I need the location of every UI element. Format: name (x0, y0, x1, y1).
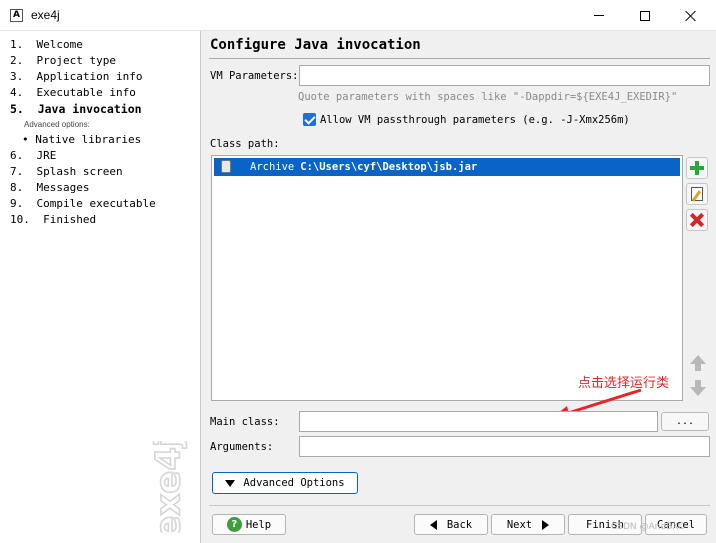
wizard-sidebar: 1. Welcome 2. Project type 3. Applicatio… (0, 31, 201, 543)
wizard-steps: 1. Welcome 2. Project type 3. Applicatio… (10, 37, 156, 228)
triangle-down-icon (225, 479, 236, 487)
title-divider (209, 58, 710, 59)
main-panel: Configure Java invocation VM Parameters:… (201, 31, 716, 543)
app-icon: A (10, 9, 23, 22)
window-title: exe4j (31, 8, 60, 22)
step-finished[interactable]: 10. Finished (10, 212, 156, 228)
step-project-type[interactable]: 2. Project type (10, 53, 156, 69)
arguments-label: Arguments: (210, 441, 274, 453)
back-label: Back (446, 518, 473, 531)
advanced-options-label: Advanced Options (243, 477, 345, 489)
step-welcome[interactable]: 1. Welcome (10, 37, 156, 53)
step-jre[interactable]: 6. JRE (10, 148, 156, 164)
close-icon (685, 10, 697, 22)
maximize-icon (640, 10, 650, 21)
exe4j-logo-watermark: exe4j (148, 441, 189, 533)
logo-text: exe4j (149, 441, 189, 533)
minimize-icon (594, 15, 604, 16)
move-down-button[interactable] (688, 378, 708, 398)
remove-classpath-button[interactable] (686, 209, 708, 231)
entry-type: Archive (250, 161, 295, 173)
add-classpath-button[interactable] (686, 157, 708, 179)
edit-classpath-button[interactable] (686, 183, 708, 205)
entry-path: C:\Users\cyf\Desktop\jsb.jar (300, 161, 478, 173)
page-title: Configure Java invocation (210, 37, 421, 53)
plus-icon (690, 161, 704, 175)
step-native-libraries[interactable]: • Native libraries (10, 132, 156, 148)
allow-passthrough-checkbox[interactable] (303, 113, 316, 126)
arrow-down-icon (690, 380, 706, 396)
step-splash-screen[interactable]: 7. Splash screen (10, 164, 156, 180)
move-up-button[interactable] (688, 353, 708, 373)
vm-parameters-label: VM Parameters: (210, 70, 299, 82)
arrow-left-icon (429, 519, 437, 530)
archive-icon (221, 160, 231, 173)
step-java-invocation[interactable]: 5. Java invocation (10, 101, 156, 117)
step-compile-executable[interactable]: 9. Compile executable (10, 196, 156, 212)
arrow-up-icon (690, 355, 706, 371)
arrow-right-icon (542, 519, 550, 530)
class-path-entry[interactable]: Archive C:\Users\cyf\Desktop\jsb.jar (214, 158, 680, 176)
next-label: Next (506, 518, 533, 531)
remove-icon (690, 213, 704, 227)
help-icon: ? (226, 517, 242, 532)
advanced-options-heading: Advanced options: (24, 120, 90, 129)
main-class-input[interactable] (299, 411, 658, 432)
class-path-list[interactable]: Archive C:\Users\cyf\Desktop\jsb.jar (211, 155, 683, 401)
vm-parameters-input[interactable] (299, 65, 710, 86)
allow-passthrough-label[interactable]: Allow VM passthrough parameters (e.g. -J… (320, 114, 630, 126)
advanced-options-button[interactable]: Advanced Options (212, 472, 358, 494)
vm-parameters-hint: Quote parameters with spaces like "-Dapp… (298, 91, 678, 103)
csdn-watermark: CSDN @AndBXC (611, 522, 685, 532)
step-messages[interactable]: 8. Messages (10, 180, 156, 196)
footer-divider (209, 505, 710, 506)
edit-icon (691, 187, 703, 201)
help-button[interactable]: ? Help (212, 514, 286, 535)
title-bar: A exe4j (0, 0, 716, 31)
help-label: Help (245, 518, 272, 531)
maximize-button[interactable] (622, 0, 668, 31)
next-button[interactable]: Next (491, 514, 565, 535)
browse-main-class-button[interactable]: ... (661, 412, 709, 431)
main-class-label: Main class: (210, 416, 280, 428)
minimize-button[interactable] (576, 0, 622, 31)
close-button[interactable] (668, 0, 714, 31)
step-application-info[interactable]: 3. Application info (10, 69, 156, 85)
back-button[interactable]: Back (414, 514, 488, 535)
class-path-label: Class path: (210, 138, 280, 150)
step-executable-info[interactable]: 4. Executable info (10, 85, 156, 101)
arguments-input[interactable] (299, 436, 710, 457)
